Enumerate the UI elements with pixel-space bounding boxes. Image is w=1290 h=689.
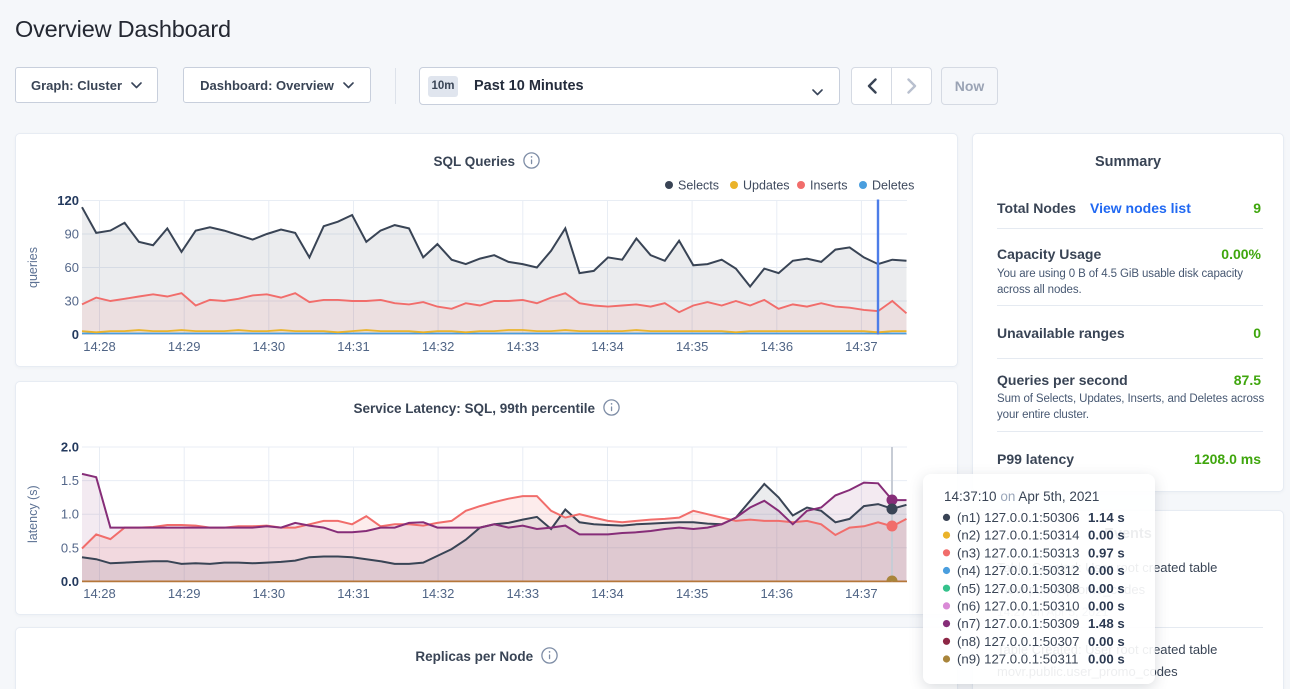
svg-text:60: 60: [65, 260, 79, 275]
svg-text:0.00 s: 0.00 s: [1088, 581, 1125, 596]
svg-text:(n5) 127.0.0.1:50308: (n5) 127.0.0.1:50308: [957, 581, 1079, 596]
svg-text:14:33: 14:33: [507, 586, 540, 601]
svg-text:14:36: 14:36: [761, 586, 794, 601]
svg-text:0.00 s: 0.00 s: [1088, 599, 1125, 614]
svg-text:Updates: Updates: [743, 179, 790, 193]
svg-text:14:36: 14:36: [761, 339, 794, 354]
svg-text:(n7) 127.0.0.1:50309: (n7) 127.0.0.1:50309: [957, 616, 1079, 631]
svg-text:0.0: 0.0: [61, 574, 79, 589]
svg-text:14:31: 14:31: [337, 586, 370, 601]
svg-text:14:30: 14:30: [253, 586, 286, 601]
svg-text:0.00 s: 0.00 s: [1088, 634, 1125, 649]
svg-text:14:34: 14:34: [591, 586, 624, 601]
svg-text:14:29: 14:29: [168, 586, 201, 601]
svg-text:(n9) 127.0.0.1:50311: (n9) 127.0.0.1:50311: [957, 652, 1078, 667]
svg-text:(n3) 127.0.0.1:50313: (n3) 127.0.0.1:50313: [957, 545, 1079, 560]
svg-text:latency (s): latency (s): [26, 485, 40, 543]
svg-text:14:31: 14:31: [337, 339, 370, 354]
svg-text:90: 90: [65, 227, 79, 242]
svg-text:14:28: 14:28: [83, 339, 116, 354]
svg-text:queries: queries: [26, 247, 40, 288]
svg-text:14:37: 14:37: [845, 586, 878, 601]
svg-text:0.97 s: 0.97 s: [1088, 545, 1125, 560]
svg-text:1.5: 1.5: [61, 473, 79, 488]
svg-text:2.0: 2.0: [61, 440, 79, 455]
svg-text:0.5: 0.5: [61, 540, 79, 555]
svg-text:0.00 s: 0.00 s: [1088, 563, 1125, 578]
svg-text:14:37: 14:37: [845, 339, 878, 354]
svg-text:(n6) 127.0.0.1:50310: (n6) 127.0.0.1:50310: [957, 599, 1079, 614]
svg-text:14:30: 14:30: [253, 339, 286, 354]
svg-text:14:28: 14:28: [83, 586, 116, 601]
svg-text:Deletes: Deletes: [872, 179, 914, 193]
svg-text:1.14 s: 1.14 s: [1088, 510, 1125, 525]
svg-text:14:34: 14:34: [591, 339, 624, 354]
svg-text:0: 0: [72, 327, 79, 342]
svg-text:30: 30: [65, 294, 79, 309]
svg-text:0.00 s: 0.00 s: [1088, 652, 1125, 667]
svg-text:14:29: 14:29: [168, 339, 201, 354]
svg-text:14:35: 14:35: [676, 586, 709, 601]
svg-text:(n1) 127.0.0.1:50306: (n1) 127.0.0.1:50306: [957, 510, 1079, 525]
svg-text:14:32: 14:32: [422, 339, 455, 354]
svg-text:14:35: 14:35: [676, 339, 709, 354]
svg-text:(n8) 127.0.0.1:50307: (n8) 127.0.0.1:50307: [957, 634, 1079, 649]
svg-text:1.48 s: 1.48 s: [1088, 616, 1125, 631]
svg-text:Selects: Selects: [678, 179, 719, 193]
svg-text:120: 120: [57, 193, 79, 208]
svg-text:(n4) 127.0.0.1:50312: (n4) 127.0.0.1:50312: [957, 563, 1079, 578]
svg-text:(n2) 127.0.0.1:50314: (n2) 127.0.0.1:50314: [957, 528, 1079, 543]
svg-text:Inserts: Inserts: [810, 179, 848, 193]
svg-text:1.0: 1.0: [61, 507, 79, 522]
svg-text:14:32: 14:32: [422, 586, 455, 601]
svg-text:0.00 s: 0.00 s: [1088, 528, 1125, 543]
svg-text:14:33: 14:33: [507, 339, 540, 354]
